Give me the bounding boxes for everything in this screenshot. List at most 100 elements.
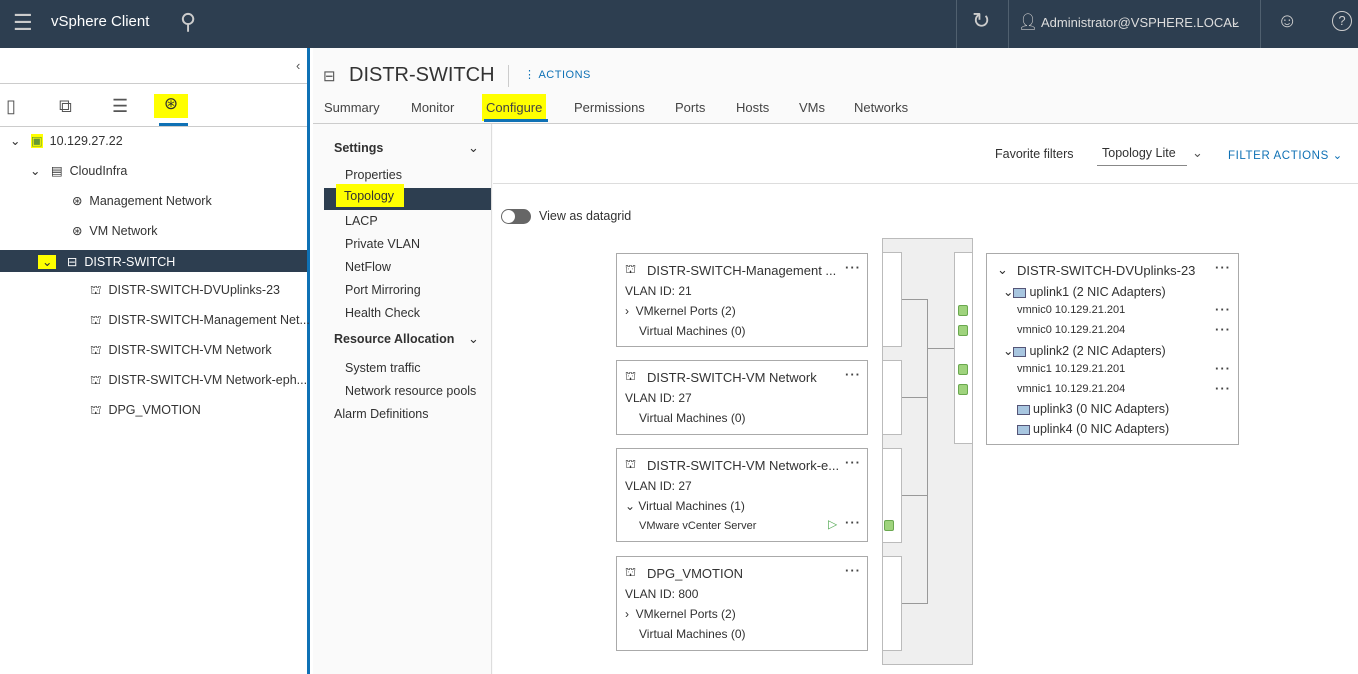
tree-portgroup[interactable]: ⛫ DISTR-SWITCH-Management Net... [90,313,310,329]
tree-portgroup[interactable]: ⛫ DISTR-SWITCH-VM Network-eph... [90,373,307,389]
app-title: vSphere Client [51,13,150,30]
portgroup-card[interactable]: ⛫ DISTR-SWITCH-VM Network ··· VLAN ID: 2… [616,360,868,435]
configure-nav: Settings ⌄ Properties Topology LACP Priv… [312,124,492,674]
datagrid-toggle[interactable] [501,209,531,224]
tab-configure[interactable]: Configure [482,94,547,121]
user-icon: 👤︎ [1018,14,1039,31]
tab-permissions[interactable]: Permissions [574,100,645,115]
chevron-down-icon[interactable]: ⌄ [1192,145,1203,161]
portgroup-card[interactable]: ⛫ DPG_VMOTION ··· VLAN ID: 800 › VMkerne… [616,556,868,651]
tab-ports[interactable]: Ports [675,100,705,115]
nav-netflow[interactable]: NetFlow [345,260,391,274]
chevron-down-icon[interactable]: ⌄ [1230,13,1241,29]
virtual-machines: Virtual Machines (0) [639,411,746,425]
nav-properties[interactable]: Properties [345,168,402,182]
tree-root[interactable]: ⌄ ▣ 10.129.27.22 [10,133,123,148]
portgroup-icon: ⛫ [625,565,637,579]
tree-management-network[interactable]: ⊛ Management Network [72,193,212,208]
feedback-smiley-icon[interactable]: ☺ [1277,10,1297,33]
uplinks-card: ⌄ DISTR-SWITCH-DVUplinks-23 ··· ⌄ uplink1… [986,253,1239,445]
hosts-clusters-icon[interactable]: ▯ [6,96,16,117]
nav-lacp[interactable]: LACP [345,214,378,228]
more-icon[interactable]: ··· [1215,322,1231,337]
uplink-row[interactable]: uplink3 (0 NIC Adapters) [1017,402,1169,416]
nav-private-vlan[interactable]: Private VLAN [345,237,420,251]
portgroup-name[interactable]: DISTR-SWITCH-VM Network [647,370,817,385]
portgroup-card[interactable]: ⛫ DISTR-SWITCH-VM Network-e... ··· VLAN … [616,448,868,542]
tree-portgroup[interactable]: ⛫ DISTR-SWITCH-DVUplinks-23 [90,283,280,299]
tab-monitor[interactable]: Monitor [411,100,454,115]
nic-row[interactable]: vmnic0 10.129.21.201 [1017,304,1125,316]
nic-row[interactable]: vmnic1 10.129.21.201 [1017,363,1125,375]
tree-vm-network[interactable]: ⊛ VM Network [72,223,158,238]
uplink-port-icon[interactable] [958,325,968,336]
vmkernel-ports-toggle[interactable]: › VMkernel Ports (2) [625,607,736,621]
portgroup-name[interactable]: DISTR-SWITCH-VM Network-e... [647,458,839,473]
actions-button[interactable]: ⋮ ACTIONS [524,68,591,81]
filter-select[interactable]: Topology Lite [1097,144,1187,166]
uplinks-name[interactable]: DISTR-SWITCH-DVUplinks-23 [1017,263,1195,278]
uplink-port-icon[interactable] [958,305,968,316]
user-menu[interactable]: Administrator@VSPHERE.LOCAL [1041,15,1239,30]
help-icon[interactable]: ? [1332,11,1352,31]
refresh-icon[interactable]: ↻ [972,8,990,34]
resource-allocation-header[interactable]: Resource Allocation [334,332,454,346]
more-icon[interactable]: ··· [845,260,861,275]
tab-hosts[interactable]: Hosts [736,100,769,115]
vmkernel-ports-toggle[interactable]: › VMkernel Ports (2) [625,304,736,318]
search-icon[interactable]: ⚲ [180,9,196,35]
datagrid-toggle-label: View as datagrid [539,209,632,223]
chevron-down-icon[interactable]: ⌄ [468,331,479,347]
chevron-down-icon[interactable]: ⌄ [997,262,1008,278]
virtual-machines: Virtual Machines (0) [639,324,746,338]
more-icon[interactable]: ··· [1215,381,1231,396]
tree-portgroup[interactable]: ⛫ DPG_VMOTION [90,403,201,419]
vm-port-icon[interactable] [884,520,894,531]
more-icon[interactable]: ··· [845,367,861,382]
nav-topology[interactable]: Topology [324,184,491,210]
nic-row[interactable]: vmnic0 10.129.21.204 [1017,324,1125,336]
vm-name[interactable]: VMware vCenter Server [639,520,756,532]
more-icon[interactable]: ··· [845,563,861,578]
virtual-machines: Virtual Machines (0) [639,627,746,641]
vms-templates-icon[interactable]: ⧉ [59,96,72,117]
virtual-machines-toggle[interactable]: ⌄ Virtual Machines (1) [625,499,745,513]
tree-distr-switch[interactable]: ⌄ ⊟ DISTR-SWITCH [0,250,307,272]
nav-alarm-definitions[interactable]: Alarm Definitions [334,407,428,421]
more-icon[interactable]: ··· [1215,260,1231,275]
storage-icon[interactable]: ☰ [112,96,128,117]
tree-datacenter[interactable]: ⌄ ▤ CloudInfra [30,163,127,178]
nav-health-check[interactable]: Health Check [345,306,420,320]
settings-header[interactable]: Settings [334,141,383,155]
menu-icon[interactable]: ☰ [13,10,33,36]
nav-system-traffic[interactable]: System traffic [345,361,420,375]
filter-actions-button[interactable]: FILTER ACTIONS ⌄ [1228,148,1343,162]
networking-icon[interactable]: ⊛ [154,94,188,118]
tree-portgroup[interactable]: ⛫ DISTR-SWITCH-VM Network [90,343,272,359]
uplink-port-icon[interactable] [958,384,968,395]
portgroup-icon: ⛫ [625,262,637,276]
top-bar: ☰ vSphere Client ⚲ ↻ 👤︎ Administrator@VS… [0,0,1358,48]
tab-summary[interactable]: Summary [324,100,380,115]
nic-row[interactable]: vmnic1 10.129.21.204 [1017,383,1125,395]
uplink-row[interactable]: ⌄ uplink1 (2 NIC Adapters) [1003,284,1166,299]
tab-vms[interactable]: VMs [799,100,825,115]
portgroup-card[interactable]: ⛫ DISTR-SWITCH-Management ... ··· VLAN I… [616,253,868,347]
uplink-row[interactable]: ⌄ uplink2 (2 NIC Adapters) [1003,343,1166,358]
portgroup-icon: ⛫ [625,457,637,471]
more-icon[interactable]: ··· [1215,361,1231,376]
more-icon[interactable]: ··· [845,515,861,530]
nav-port-mirroring[interactable]: Port Mirroring [345,283,421,297]
tab-networks[interactable]: Networks [854,100,908,115]
more-icon[interactable]: ··· [845,455,861,470]
uplink-row[interactable]: uplink4 (0 NIC Adapters) [1017,422,1169,436]
chevron-down-icon[interactable]: ⌄ [468,140,479,156]
collapse-icon[interactable]: ‹ [296,58,300,73]
more-icon[interactable]: ··· [1215,302,1231,317]
uplink-port-icon[interactable] [958,364,968,375]
portgroup-name[interactable]: DISTR-SWITCH-Management ... [647,263,836,278]
vlan-id: VLAN ID: 27 [625,391,692,405]
portgroup-name[interactable]: DPG_VMOTION [647,566,743,581]
nav-network-resource-pools[interactable]: Network resource pools [345,384,476,398]
navigator-panel: ‹ ▯ ⧉ ☰ ⊛ ⌄ ▣ 10.129.27.22 ⌄ ▤ CloudInfr… [0,48,310,674]
